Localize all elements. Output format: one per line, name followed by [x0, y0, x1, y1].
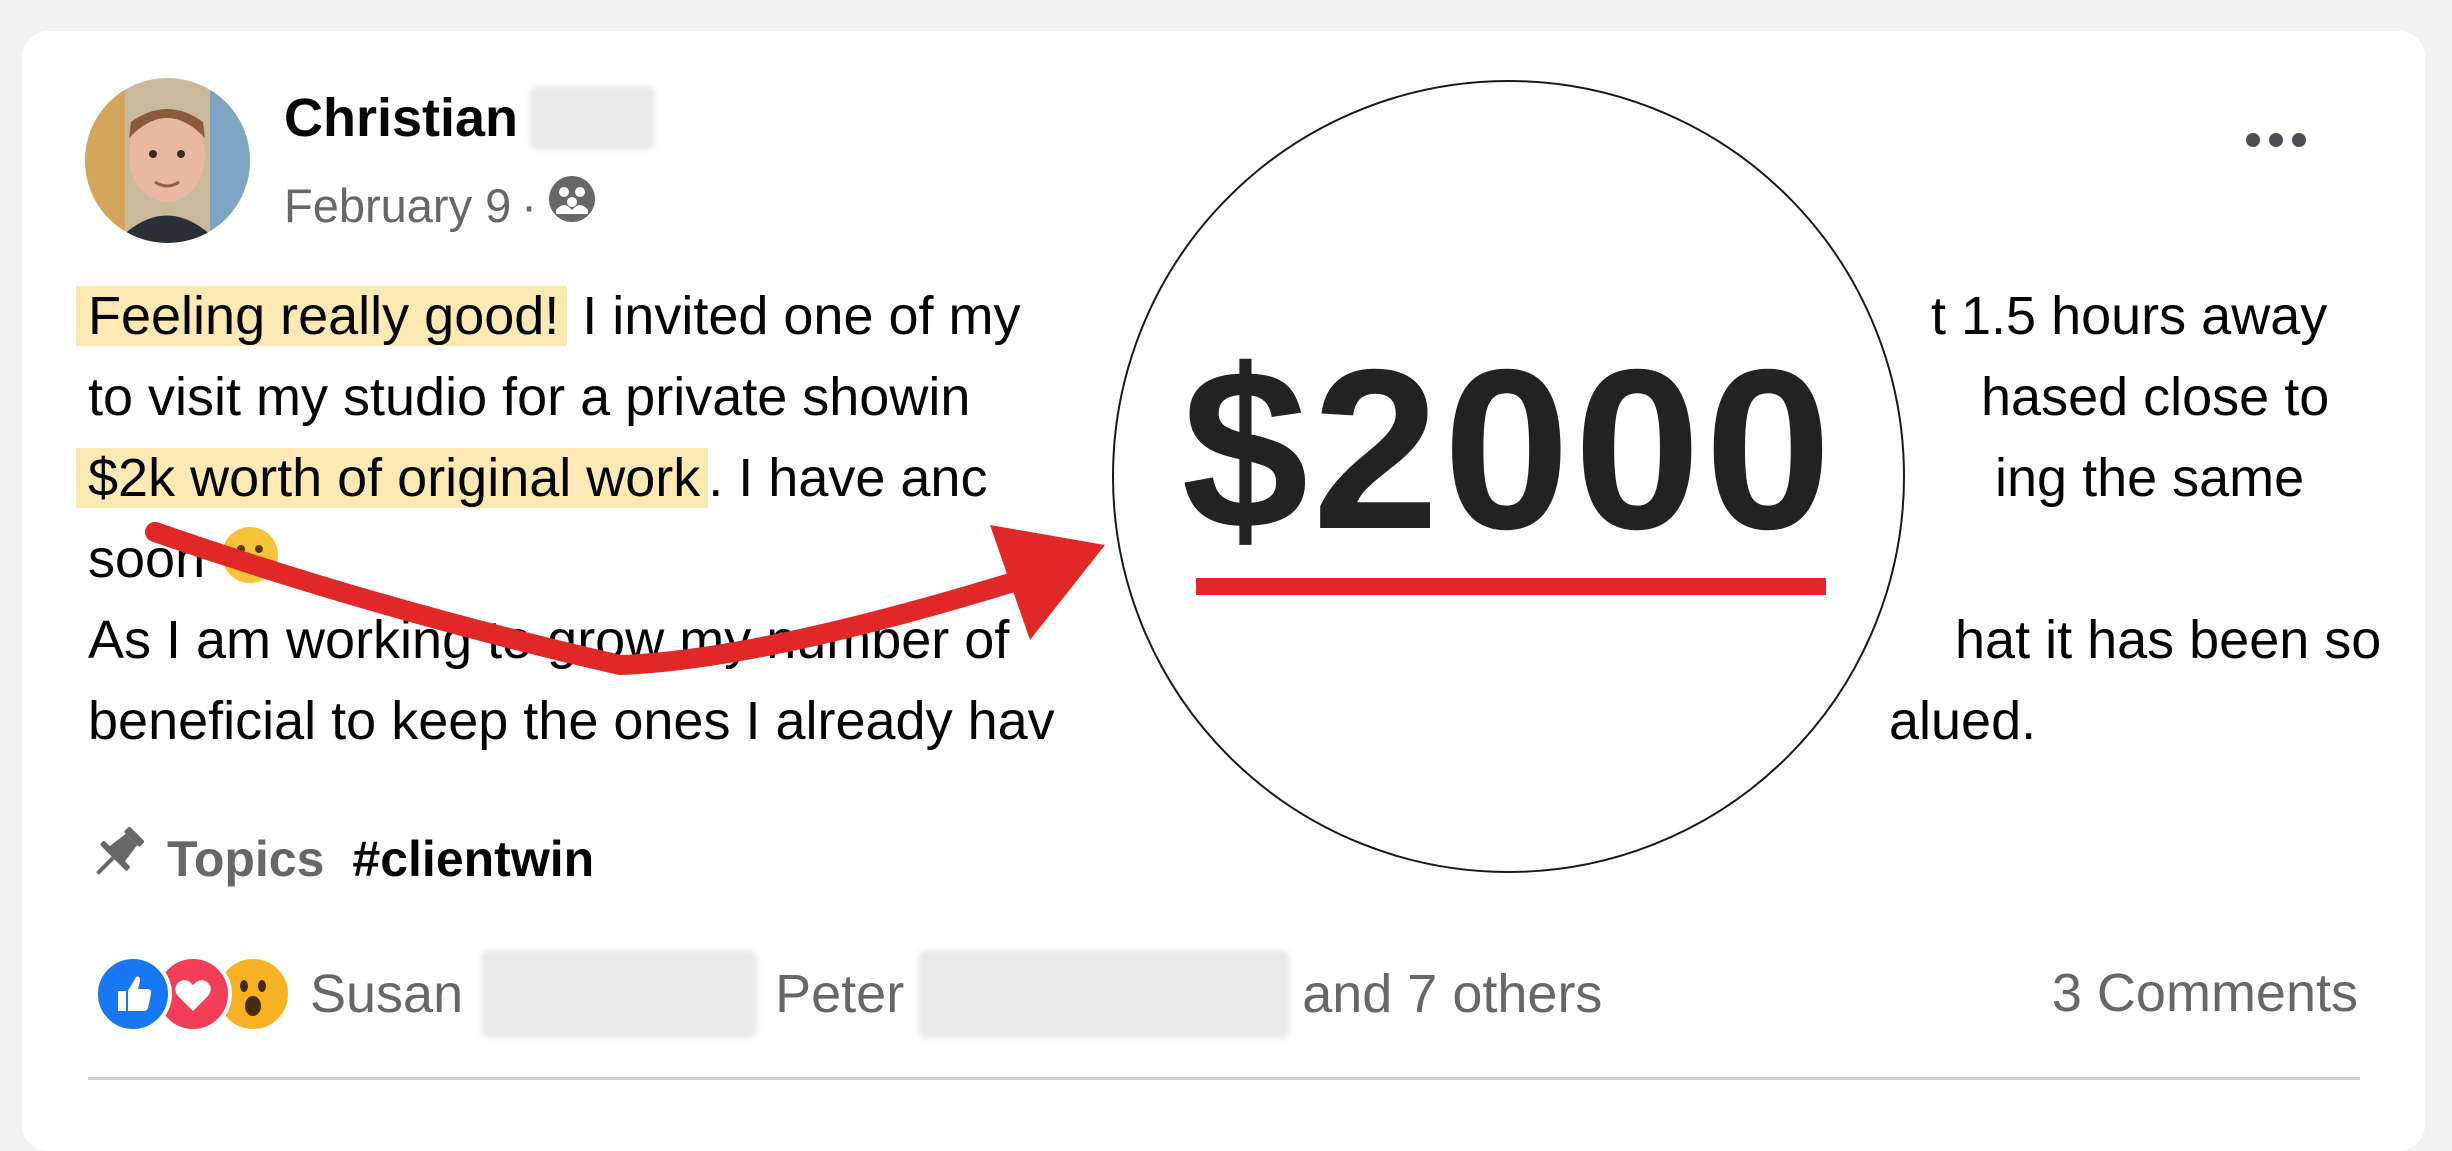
like-icon [94, 955, 172, 1033]
reaction-icons[interactable] [94, 955, 292, 1033]
arrow-icon [145, 522, 1105, 676]
